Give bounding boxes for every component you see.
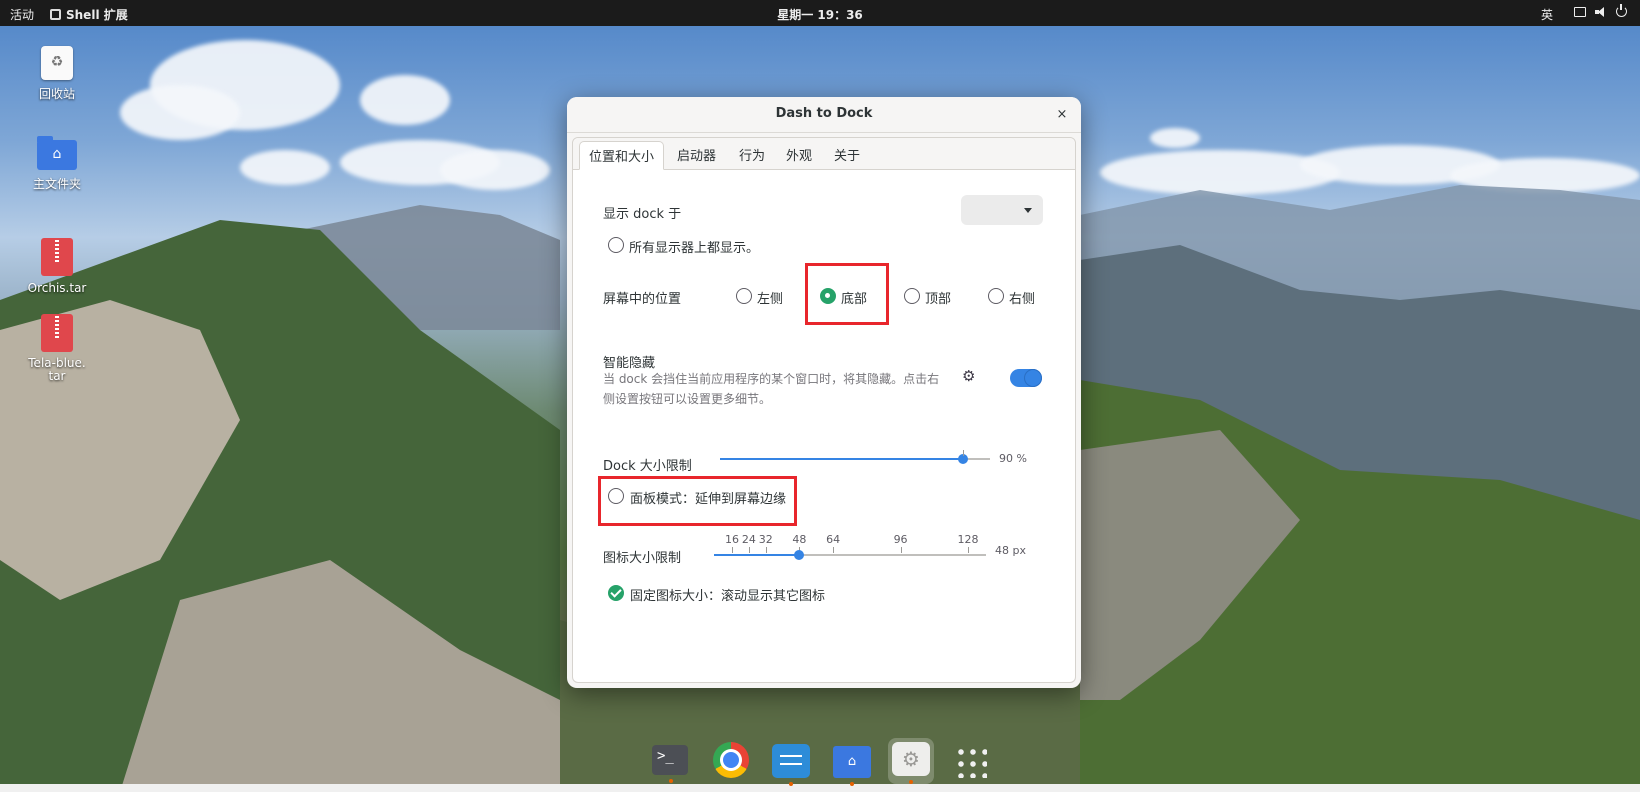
icon-size-mark-label: 128 [957, 533, 979, 546]
archive-icon [41, 238, 73, 276]
position-left-radio[interactable] [736, 288, 752, 304]
icon-size-mark-tick [748, 547, 750, 553]
icon-size-label: 图标大小限制 [603, 551, 682, 566]
icon-size-mark-tick [765, 547, 767, 553]
intellihide-settings-gear-icon[interactable]: ⚙ [962, 367, 975, 385]
highlight-box-position [805, 263, 889, 325]
icon-size-mark-tick [833, 547, 835, 553]
clock[interactable]: 星期一 19：36 [777, 8, 863, 22]
app-menu-label: Shell 扩展 [66, 8, 128, 22]
icon-size-mark-label: 32 [758, 533, 773, 546]
icon-size-mark-label: 24 [741, 533, 756, 546]
system-menu[interactable] [1574, 4, 1627, 17]
desktop-icon-label: Orchis.tar [27, 281, 87, 295]
tab-launchers[interactable]: 启动器 [677, 145, 716, 164]
close-button[interactable]: × [1053, 106, 1071, 124]
running-indicator [789, 782, 793, 786]
puzzle-icon [50, 9, 61, 20]
screen-bottom-strip [0, 784, 1640, 792]
position-top-radio[interactable] [904, 288, 920, 304]
running-indicator [669, 779, 673, 783]
running-indicator [850, 782, 854, 786]
app-menu[interactable]: Shell 扩展 [50, 6, 128, 23]
terminal-icon[interactable]: >_ [652, 745, 688, 783]
position-left-label: 左侧 [757, 292, 784, 307]
position-label: 屏幕中的位置 [603, 292, 682, 307]
screen-icon [1574, 6, 1586, 17]
fixed-icon-size-label: 固定图标大小：滚动显示其它图标 [630, 589, 826, 604]
dock-size-label: Dock 大小限制 [603, 459, 692, 474]
input-method-indicator[interactable]: 英 [1541, 6, 1553, 23]
tab-appearance[interactable]: 外观 [786, 145, 812, 164]
icon-size-value: 48 px [995, 544, 1026, 557]
icon-size-mark-label: 16 [725, 533, 739, 546]
icon-size-mark-tick [732, 547, 733, 553]
tab-position-size[interactable]: 位置和大小 [579, 141, 665, 170]
tab-behavior[interactable]: 行为 [739, 145, 765, 164]
intellihide-description: 当 dock 会挡住当前应用程序的某个窗口时，将其隐藏。点击右侧设置按钮可以设置… [603, 372, 940, 406]
tab-bar: 位置和大小 启动器 行为 外观 关于 [573, 138, 1075, 170]
dialog-titlebar[interactable]: Dash to Dock × [567, 97, 1081, 133]
fixed-icon-size-checkbox[interactable] [608, 585, 624, 601]
trash-icon [41, 46, 73, 80]
desktop-icon-trash[interactable]: 回收站 [11, 46, 103, 102]
all-monitors-label: 所有显示器上都显示。 [629, 241, 760, 256]
home-folder-icon [37, 136, 77, 170]
show-dock-on-label: 显示 dock 于 [603, 207, 682, 222]
dock-size-value: 90 % [999, 452, 1027, 465]
icon-size-mark-label: 64 [826, 533, 841, 546]
highlight-box-panel-mode [598, 476, 797, 526]
dialog-title: Dash to Dock [775, 106, 873, 121]
top-bar: 活动 Shell 扩展 星期一 19：36 英 [0, 0, 1640, 26]
icon-size-mark-tick [900, 547, 902, 553]
position-top-label: 顶部 [925, 292, 952, 307]
power-icon [1616, 4, 1627, 17]
icon-size-slider-fill [714, 554, 800, 556]
settings-notebook: 位置和大小 启动器 行为 外观 关于 显示 dock 于 所有显示器上都显示。 … [572, 137, 1076, 683]
icon-size-mark-label: 96 [893, 533, 908, 546]
activities-button[interactable]: 活动 [10, 6, 34, 23]
intellihide-switch[interactable] [1010, 369, 1042, 387]
archive-icon [41, 314, 73, 352]
all-monitors-checkbox[interactable] [608, 237, 624, 253]
icon-size-slider[interactable] [714, 550, 986, 560]
desktop-icon-label: Tela-blue. tar [28, 356, 86, 383]
position-right-radio[interactable] [988, 288, 1004, 304]
icon-size-mark-tick [968, 547, 969, 553]
desktop-icon-orchis[interactable]: Orchis.tar [11, 238, 103, 295]
icon-size-mark-label: 48 [792, 533, 807, 546]
desktop-icon-home[interactable]: 主文件夹 [11, 136, 103, 192]
desktop-icon-label: 主文件夹 [32, 177, 81, 191]
chevron-down-icon [1024, 208, 1032, 213]
icon-size-slider-knob[interactable] [794, 550, 805, 560]
volume-icon [1595, 6, 1607, 17]
dash-to-dock-dialog: Dash to Dock × 位置和大小 启动器 行为 外观 关于 显示 doc… [567, 97, 1081, 688]
files-icon[interactable] [833, 746, 871, 786]
running-indicator [909, 780, 913, 784]
show-apps-icon[interactable] [955, 746, 987, 778]
chrome-icon[interactable] [713, 742, 749, 778]
desktop-icon-label: 回收站 [38, 87, 75, 101]
tab-about[interactable]: 关于 [834, 145, 860, 164]
dock-size-default-tick [963, 450, 964, 456]
monitor-dropdown[interactable] [961, 195, 1043, 225]
position-right-label: 右侧 [1009, 292, 1036, 307]
desktop-icon-tela[interactable]: Tela-blue. tar [11, 314, 103, 383]
settings-icon[interactable] [772, 744, 810, 786]
dock-size-slider[interactable] [720, 450, 990, 464]
dock-size-slider-fill [720, 458, 963, 460]
extensions-icon[interactable] [892, 742, 930, 784]
